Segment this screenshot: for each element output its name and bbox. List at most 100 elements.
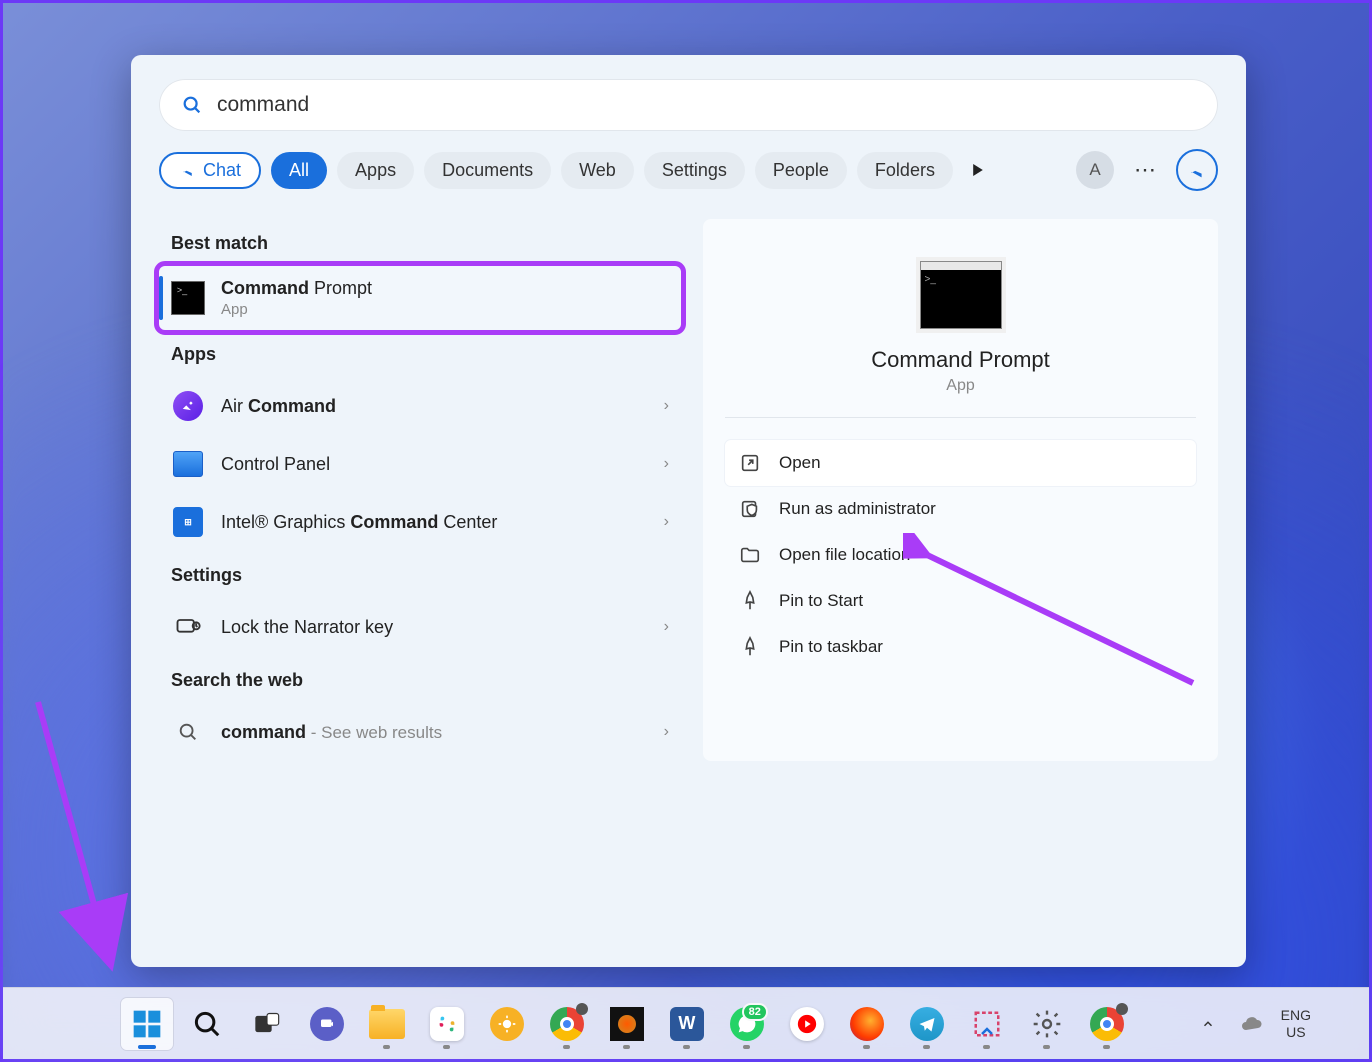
taskbar-weather[interactable] <box>481 998 533 1050</box>
best-match-header: Best match <box>171 233 681 254</box>
filter-tab-folders[interactable]: Folders <box>857 152 953 189</box>
tray-expand[interactable] <box>1193 998 1223 1050</box>
action-open[interactable]: Open <box>725 440 1196 486</box>
taskbar-search[interactable] <box>181 998 233 1050</box>
filter-tab-settings[interactable]: Settings <box>644 152 745 189</box>
action-pin-to-start[interactable]: Pin to Start <box>725 578 1196 624</box>
preview-title: Command Prompt <box>725 347 1196 373</box>
action-run-admin[interactable]: Run as administrator <box>725 486 1196 532</box>
app-result-control-panel[interactable]: Control Panel › <box>159 435 681 493</box>
action-label: Run as administrator <box>779 499 936 519</box>
taskbar-settings[interactable] <box>1021 998 1073 1050</box>
taskbar-media[interactable] <box>601 998 653 1050</box>
cloud-icon <box>1240 1012 1264 1036</box>
taskbar-youtube[interactable] <box>781 998 833 1050</box>
action-label: Open <box>779 453 821 473</box>
taskbar-taskview[interactable] <box>241 998 293 1050</box>
settings-header: Settings <box>171 565 681 586</box>
word-icon: W <box>670 1007 704 1041</box>
media-icon <box>610 1007 644 1041</box>
filter-tab-all[interactable]: All <box>271 152 327 189</box>
taskbar-chrome[interactable] <box>541 998 593 1050</box>
tray-onedrive[interactable] <box>1237 998 1267 1050</box>
shield-icon <box>739 498 761 520</box>
start-button[interactable] <box>121 998 173 1050</box>
preview-app-icon <box>920 261 1002 329</box>
taskbar-firefox[interactable] <box>841 998 893 1050</box>
search-icon <box>192 1009 222 1039</box>
search-icon <box>181 94 203 116</box>
action-label: Pin to Start <box>779 591 863 611</box>
chat-filter-button[interactable]: Chat <box>159 152 261 189</box>
web-result-title: command - See web results <box>221 722 664 743</box>
control-panel-icon <box>171 447 205 481</box>
telegram-icon <box>910 1007 944 1041</box>
taskview-icon <box>253 1010 281 1038</box>
play-right-icon <box>972 164 984 176</box>
setting-result-narrator-lock[interactable]: Lock the Narrator key › <box>159 598 681 656</box>
search-web-header: Search the web <box>171 670 681 691</box>
taskbar: W 82 ENGUS <box>3 987 1369 1059</box>
app-result-title: Intel® Graphics Command Center <box>221 512 664 533</box>
search-box[interactable] <box>159 79 1218 131</box>
chrome-icon <box>1090 1007 1124 1041</box>
apps-header: Apps <box>171 344 681 365</box>
chevron-right-icon: › <box>664 723 669 741</box>
filters-scroll-right[interactable] <box>967 159 989 181</box>
divider <box>725 417 1196 418</box>
whatsapp-icon: 82 <box>730 1007 764 1041</box>
filter-tab-documents[interactable]: Documents <box>424 152 551 189</box>
filter-tab-apps[interactable]: Apps <box>337 152 414 189</box>
folder-icon <box>369 1009 405 1039</box>
app-result-title: Control Panel <box>221 454 664 475</box>
language-indicator[interactable]: ENGUS <box>1281 1007 1311 1041</box>
teams-chat-icon <box>310 1007 344 1041</box>
action-pin-to-taskbar[interactable]: Pin to taskbar <box>725 624 1196 670</box>
weather-icon <box>490 1007 524 1041</box>
bing-icon <box>1186 159 1208 181</box>
preview-sub: App <box>725 377 1196 395</box>
action-label: Open file location <box>779 545 910 565</box>
chevron-right-icon: › <box>664 455 669 473</box>
windows-search-panel: Chat All Apps Documents Web Settings Peo… <box>131 55 1246 967</box>
setting-result-title: Lock the Narrator key <box>221 617 664 638</box>
command-prompt-icon <box>171 281 205 315</box>
chat-filter-label: Chat <box>203 160 241 181</box>
taskbar-chrome-2[interactable] <box>1081 998 1133 1050</box>
taskbar-telegram[interactable] <box>901 998 953 1050</box>
search-icon <box>171 715 205 749</box>
chrome-icon <box>550 1007 584 1041</box>
filter-tab-people[interactable]: People <box>755 152 847 189</box>
firefox-icon <box>850 1007 884 1041</box>
taskbar-slack[interactable] <box>421 998 473 1050</box>
taskbar-chat[interactable] <box>301 998 353 1050</box>
search-input[interactable] <box>217 93 1196 117</box>
app-result-intel-command-center[interactable]: ⊞ Intel® Graphics Command Center › <box>159 493 681 551</box>
more-options-button[interactable]: ⋯ <box>1124 157 1166 183</box>
best-match-sub: App <box>221 301 669 318</box>
chevron-right-icon: › <box>664 618 669 636</box>
user-avatar[interactable]: A <box>1076 151 1114 189</box>
intel-graphics-icon: ⊞ <box>171 505 205 539</box>
best-match-title: Command Prompt <box>221 278 669 299</box>
pin-icon <box>739 590 761 612</box>
bing-button[interactable] <box>1176 149 1218 191</box>
app-result-air-command[interactable]: Air Command › <box>159 377 681 435</box>
taskbar-snip[interactable] <box>961 998 1013 1050</box>
taskbar-whatsapp[interactable]: 82 <box>721 998 773 1050</box>
folder-icon <box>739 544 761 566</box>
preview-column: Command Prompt App Open Run as administr… <box>703 219 1218 761</box>
web-result-command[interactable]: command - See web results › <box>159 703 681 761</box>
taskbar-word[interactable]: W <box>661 998 713 1050</box>
gear-icon <box>1031 1008 1063 1040</box>
air-command-icon <box>171 389 205 423</box>
filter-tab-web[interactable]: Web <box>561 152 634 189</box>
pin-icon <box>739 636 761 658</box>
snip-icon <box>972 1009 1002 1039</box>
action-open-file-location[interactable]: Open file location <box>725 532 1196 578</box>
slack-icon <box>430 1007 464 1041</box>
narrator-lock-icon <box>171 610 205 644</box>
best-match-result[interactable]: Command Prompt App <box>159 266 681 330</box>
taskbar-explorer[interactable] <box>361 998 413 1050</box>
app-result-title: Air Command <box>221 396 664 417</box>
